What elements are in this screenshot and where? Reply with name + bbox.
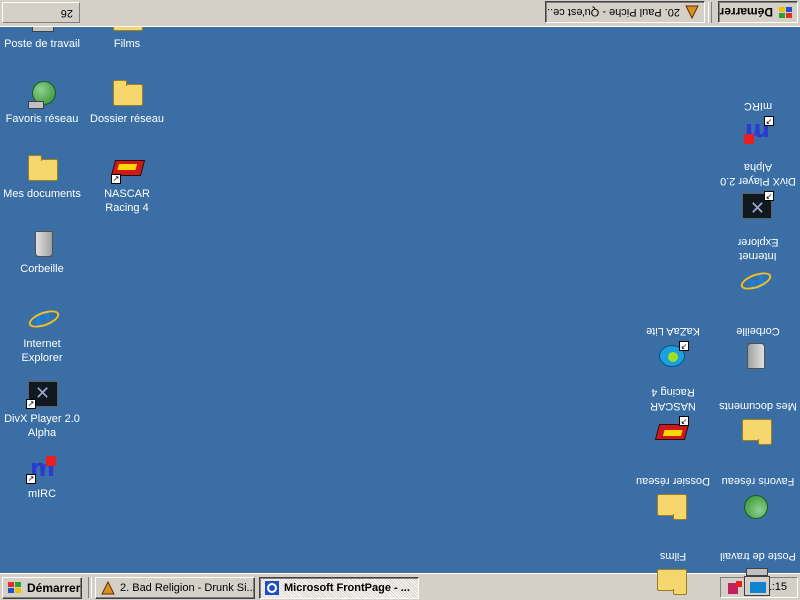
windows-flag-icon: [779, 7, 792, 18]
desktop-icon-label: Favoris réseau: [721, 475, 795, 487]
desktop-icon-label: Poste de travail: [720, 550, 796, 562]
desktop-icon-label: NASCAR Racing 4: [650, 386, 696, 412]
folder-icon: [657, 566, 689, 598]
desktop: Poste de travail Films Favoris réseau Do…: [0, 0, 800, 600]
shortcut-arrow-icon: ↗: [679, 341, 689, 351]
kazaa-icon: ↗: [657, 341, 689, 373]
clock: 26: [60, 7, 73, 19]
nascar-icon: ↗: [654, 416, 690, 448]
winamp-icon: [685, 5, 699, 20]
desktop-icon-label: KaZaA Lite: [646, 325, 700, 337]
mirc-icon: m ↗: [744, 116, 774, 146]
shortcut-arrow-icon: ↗: [764, 191, 774, 201]
desktop-icon-label: Internet Explorer: [737, 236, 779, 262]
mirrored-taskbar: Démarrer 20. Paul Piche - Qu'est ce... 2…: [0, 0, 800, 27]
taskbar-button-winamp[interactable]: 20. Paul Piche - Qu'est ce...: [545, 1, 705, 23]
desktop-icon-my-documents[interactable]: Mes documents: [718, 399, 798, 448]
start-label: Démarrer: [719, 5, 773, 19]
system-tray: 26: [2, 2, 80, 23]
network-places-icon: [742, 491, 774, 523]
start-button[interactable]: Démarrer: [718, 1, 798, 23]
desktop-icon-network-folder[interactable]: Dossier réseau: [633, 474, 713, 523]
desktop-icon-label: DivX Player 2.0 Alpha: [720, 161, 796, 187]
taskbar-separator: [708, 2, 712, 23]
desktop-icon-network-places[interactable]: Favoris réseau: [718, 474, 798, 523]
desktop-icon-label: Films: [659, 550, 687, 562]
desktop-icon-films[interactable]: Films: [633, 549, 713, 598]
desktop-icon-my-computer[interactable]: Poste de travail: [718, 549, 798, 598]
desktop-icon-mirc[interactable]: m ↗ mIRC: [718, 99, 798, 148]
desktop-icon-label: Corbeille: [736, 325, 780, 337]
desktop-icon-divx-player[interactable]: ↗ DivX Player 2.0 Alpha: [718, 160, 798, 223]
divx-icon: ↗: [742, 191, 774, 223]
desktop-icon-label: mIRC: [743, 100, 773, 112]
desktop-icon-kazaa[interactable]: ↗ KaZaA Lite: [633, 324, 713, 373]
desktop-icon-recycle-bin[interactable]: Corbeille: [718, 324, 798, 373]
desktop-icon-internet-explorer[interactable]: e Internet Explorer: [718, 235, 798, 300]
shortcut-arrow-icon: ↗: [679, 416, 689, 426]
shared-folder-icon: [657, 491, 689, 523]
desktop-icon-label: Mes documents: [719, 400, 797, 412]
computer-icon: [742, 566, 774, 598]
internet-explorer-icon: e: [738, 266, 774, 300]
documents-folder-icon: [742, 416, 774, 448]
desktop-icon-nascar[interactable]: ↗ NASCAR Racing 4: [633, 385, 713, 448]
task-label: 20. Paul Piche - Qu'est ce...: [545, 6, 680, 18]
recycle-bin-icon: [742, 341, 774, 373]
desktop-icon-label: Dossier réseau: [636, 475, 710, 487]
mirrored-desktop-overlay: Poste de travail Films Favoris réseau Do…: [0, 0, 800, 600]
shortcut-arrow-icon: ↗: [764, 116, 774, 126]
